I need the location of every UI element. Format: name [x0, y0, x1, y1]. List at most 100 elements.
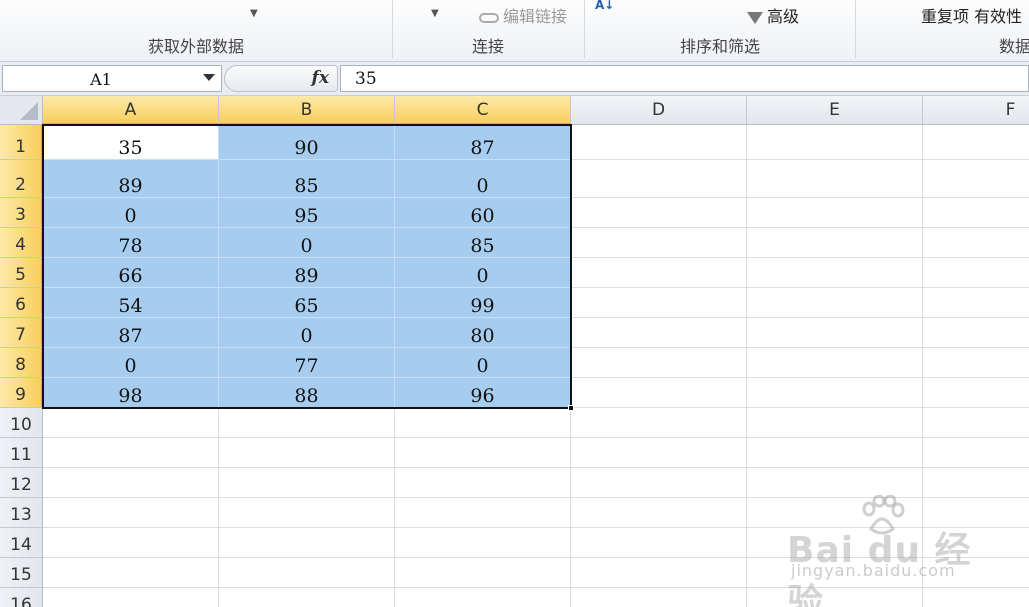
column-header-d[interactable]: D — [571, 96, 747, 125]
cell-f5[interactable] — [923, 258, 1029, 288]
row-header-8[interactable]: 8 — [0, 348, 43, 378]
cell-d14[interactable] — [571, 528, 747, 558]
cell-e4[interactable] — [747, 228, 923, 258]
cell-a11[interactable] — [43, 438, 219, 468]
cell-d11[interactable] — [571, 438, 747, 468]
cell-b13[interactable] — [219, 498, 395, 528]
cell-e15[interactable] — [747, 558, 923, 588]
name-box-dropdown-icon[interactable] — [203, 74, 215, 81]
row-header-5[interactable]: 5 — [0, 258, 43, 288]
column-header-f[interactable]: F — [923, 96, 1029, 125]
row-header-15[interactable]: 15 — [0, 558, 43, 588]
cell-d12[interactable] — [571, 468, 747, 498]
cell-d13[interactable] — [571, 498, 747, 528]
duplicates-validation-buttons[interactable]: 重复项 有效性 — [921, 3, 1022, 27]
row-header-6[interactable]: 6 — [0, 288, 43, 318]
row-header-3[interactable]: 3 — [0, 198, 43, 228]
cell-a9[interactable]: 98 — [43, 378, 219, 408]
cell-e9[interactable] — [747, 378, 923, 408]
fill-handle[interactable] — [568, 405, 574, 411]
cell-c16[interactable] — [395, 588, 571, 607]
cell-d9[interactable] — [571, 378, 747, 408]
cell-c10[interactable] — [395, 408, 571, 438]
cell-a4[interactable]: 78 — [43, 228, 219, 258]
row-header-16[interactable]: 16 — [0, 588, 43, 607]
insert-function-icon[interactable]: fx — [312, 68, 329, 88]
formula-input[interactable]: 35 — [340, 65, 1029, 92]
row-header-1[interactable]: 1 — [0, 125, 43, 160]
cell-d4[interactable] — [571, 228, 747, 258]
cell-a15[interactable] — [43, 558, 219, 588]
cell-e8[interactable] — [747, 348, 923, 378]
cell-a14[interactable] — [43, 528, 219, 558]
cell-e10[interactable] — [747, 408, 923, 438]
cell-d6[interactable] — [571, 288, 747, 318]
cell-b16[interactable] — [219, 588, 395, 607]
cell-d1[interactable] — [571, 125, 747, 160]
cell-b14[interactable] — [219, 528, 395, 558]
row-header-11[interactable]: 11 — [0, 438, 43, 468]
cell-b6[interactable]: 65 — [219, 288, 395, 318]
dropdown-caret-icon[interactable]: ▼ — [250, 8, 258, 19]
row-header-7[interactable]: 7 — [0, 318, 43, 348]
row-header-4[interactable]: 4 — [0, 228, 43, 258]
column-header-e[interactable]: E — [747, 96, 923, 125]
cell-c7[interactable]: 80 — [395, 318, 571, 348]
cell-a5[interactable]: 66 — [43, 258, 219, 288]
cell-a10[interactable] — [43, 408, 219, 438]
cell-b10[interactable] — [219, 408, 395, 438]
cell-c2[interactable]: 0 — [395, 160, 571, 198]
cell-c1[interactable]: 87 — [395, 125, 571, 160]
dropdown-caret-icon[interactable]: ▼ — [431, 8, 439, 19]
row-header-2[interactable]: 2 — [0, 160, 43, 198]
cell-b5[interactable]: 89 — [219, 258, 395, 288]
cell-b15[interactable] — [219, 558, 395, 588]
cell-c6[interactable]: 99 — [395, 288, 571, 318]
cell-c3[interactable]: 60 — [395, 198, 571, 228]
row-header-12[interactable]: 12 — [0, 468, 43, 498]
cell-a6[interactable]: 54 — [43, 288, 219, 318]
cell-f9[interactable] — [923, 378, 1029, 408]
row-header-10[interactable]: 10 — [0, 408, 43, 438]
cell-f8[interactable] — [923, 348, 1029, 378]
cell-e11[interactable] — [747, 438, 923, 468]
cell-d10[interactable] — [571, 408, 747, 438]
cell-f4[interactable] — [923, 228, 1029, 258]
cell-c11[interactable] — [395, 438, 571, 468]
cell-c15[interactable] — [395, 558, 571, 588]
cell-b8[interactable]: 77 — [219, 348, 395, 378]
cell-f1[interactable] — [923, 125, 1029, 160]
cell-a13[interactable] — [43, 498, 219, 528]
cell-f16[interactable] — [923, 588, 1029, 607]
cell-d3[interactable] — [571, 198, 747, 228]
cell-a16[interactable] — [43, 588, 219, 607]
column-header-b[interactable]: B — [219, 96, 395, 125]
cell-e6[interactable] — [747, 288, 923, 318]
row-header-14[interactable]: 14 — [0, 528, 43, 558]
cell-f2[interactable] — [923, 160, 1029, 198]
cell-d7[interactable] — [571, 318, 747, 348]
cell-c9[interactable]: 96 — [395, 378, 571, 408]
sort-icon[interactable]: A↓ — [595, 0, 614, 12]
edit-links-button[interactable]: 编辑链接 — [479, 3, 567, 27]
cell-c13[interactable] — [395, 498, 571, 528]
row-header-13[interactable]: 13 — [0, 498, 43, 528]
cell-e2[interactable] — [747, 160, 923, 198]
cell-e14[interactable] — [747, 528, 923, 558]
cell-a3[interactable]: 0 — [43, 198, 219, 228]
cell-b4[interactable]: 0 — [219, 228, 395, 258]
cell-d16[interactable] — [571, 588, 747, 607]
cell-f11[interactable] — [923, 438, 1029, 468]
cell-c8[interactable]: 0 — [395, 348, 571, 378]
cell-d5[interactable] — [571, 258, 747, 288]
cell-b3[interactable]: 95 — [219, 198, 395, 228]
cell-c12[interactable] — [395, 468, 571, 498]
column-header-c[interactable]: C — [395, 96, 571, 125]
cell-a8[interactable]: 0 — [43, 348, 219, 378]
cell-a1[interactable]: 35 — [43, 125, 219, 160]
cell-e5[interactable] — [747, 258, 923, 288]
cell-b12[interactable] — [219, 468, 395, 498]
cell-f7[interactable] — [923, 318, 1029, 348]
cell-f13[interactable] — [923, 498, 1029, 528]
cell-e7[interactable] — [747, 318, 923, 348]
